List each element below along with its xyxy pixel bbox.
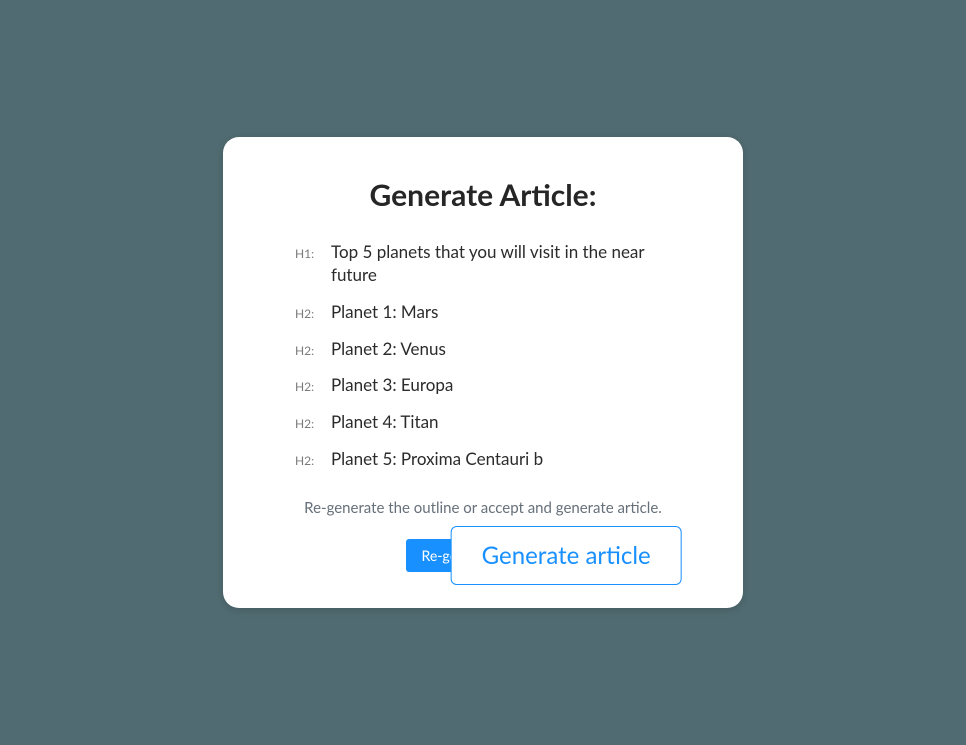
generate-article-card: Generate Article: H1: Top 5 planets that… bbox=[223, 137, 743, 609]
outline-level: H1: bbox=[295, 246, 319, 261]
outline-text: Planet 2: Venus bbox=[331, 338, 446, 361]
outline-row: H2: Planet 1: Mars bbox=[295, 301, 693, 324]
outline-level: H2: bbox=[295, 416, 319, 431]
outline-level: H2: bbox=[295, 343, 319, 358]
button-row: Re-generate headlin Generate article bbox=[263, 539, 703, 572]
outline-row: H2: Planet 2: Venus bbox=[295, 338, 693, 361]
outline-row: H2: Planet 5: Proxima Centauri b bbox=[295, 448, 693, 471]
card-title: Generate Article: bbox=[263, 177, 703, 213]
outline-row: H2: Planet 4: Titan bbox=[295, 411, 693, 434]
outline-text: Planet 5: Proxima Centauri b bbox=[331, 448, 543, 471]
generate-article-button[interactable]: Generate article bbox=[451, 526, 682, 585]
outline-text: Planet 4: Titan bbox=[331, 411, 439, 434]
outline-row: H2: Planet 3: Europa bbox=[295, 374, 693, 397]
outline-list: H1: Top 5 planets that you will visit in… bbox=[263, 241, 703, 472]
outline-level: H2: bbox=[295, 453, 319, 468]
outline-text: Planet 3: Europa bbox=[331, 374, 453, 397]
helper-text: Re-generate the outline or accept and ge… bbox=[263, 499, 703, 517]
outline-text: Top 5 planets that you will visit in the… bbox=[331, 241, 693, 287]
outline-row: H1: Top 5 planets that you will visit in… bbox=[295, 241, 693, 287]
outline-text: Planet 1: Mars bbox=[331, 301, 438, 324]
outline-level: H2: bbox=[295, 379, 319, 394]
outline-level: H2: bbox=[295, 306, 319, 321]
